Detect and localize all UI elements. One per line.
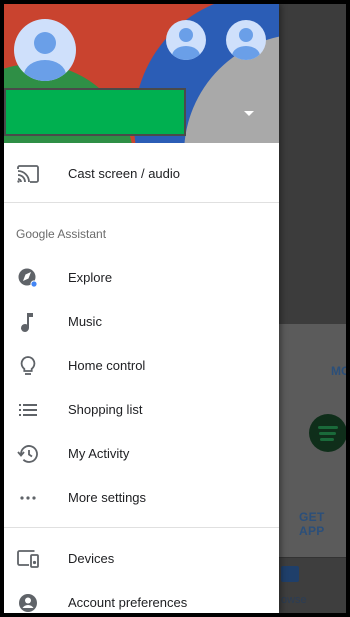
menu-item-label: Devices [68,551,115,566]
background-app-scrim[interactable]: MO GET APP owse [279,4,346,613]
divider [4,527,279,528]
menu-item-devices[interactable]: Devices [4,537,279,581]
account-dropdown-icon[interactable] [244,111,254,116]
browse-icon [281,566,299,582]
divider [4,202,279,203]
navigation-drawer: Cast screen / audio Google Assistant Exp… [4,4,279,613]
menu-item-home-control[interactable]: Home control [4,344,279,388]
devices-icon [16,547,40,571]
background-get-app-label: GET APP [299,510,325,538]
menu-item-label: Music [68,314,102,329]
drawer-header [4,4,279,143]
background-nav-label: owse [281,594,307,606]
lightbulb-icon [16,354,40,378]
menu-item-label: More settings [68,490,147,505]
music-note-icon [16,310,40,334]
account-circle-icon [16,591,40,613]
menu-item-explore[interactable]: Explore [4,256,279,300]
background-card: MO GET APP [279,324,346,557]
background-more-label: MO [331,364,346,378]
current-account-avatar[interactable] [14,19,76,81]
background-bottom-nav: owse [279,557,346,613]
screen: MO GET APP owse Cast screen / audio Goog… [4,4,346,613]
menu-item-my-activity[interactable]: My Activity [4,432,279,476]
menu-item-music[interactable]: Music [4,300,279,344]
account-name-redacted[interactable] [4,88,186,136]
menu-item-cast[interactable]: Cast screen / audio [4,152,279,196]
list-icon [16,398,40,422]
menu-item-more-settings[interactable]: More settings [4,476,279,520]
menu-item-label: Explore [68,270,113,285]
menu-item-account-preferences[interactable]: Account preferences [4,581,279,613]
more-horiz-icon [16,486,40,510]
history-icon [16,442,40,466]
cast-icon [16,162,40,186]
menu-item-shopping-list[interactable]: Shopping list [4,388,279,432]
menu-item-label: My Activity [68,446,130,461]
menu-item-label: Home control [68,358,146,373]
menu-item-label: Cast screen / audio [68,166,181,181]
other-account-avatar[interactable] [166,20,206,60]
spotify-icon [309,414,346,452]
other-account-avatar[interactable] [226,20,266,60]
background-content [279,4,346,324]
explore-compass-icon [16,266,40,290]
section-title-google-assistant: Google Assistant [16,227,107,241]
menu-item-label: Shopping list [68,402,143,417]
menu-item-label: Account preferences [68,595,188,610]
